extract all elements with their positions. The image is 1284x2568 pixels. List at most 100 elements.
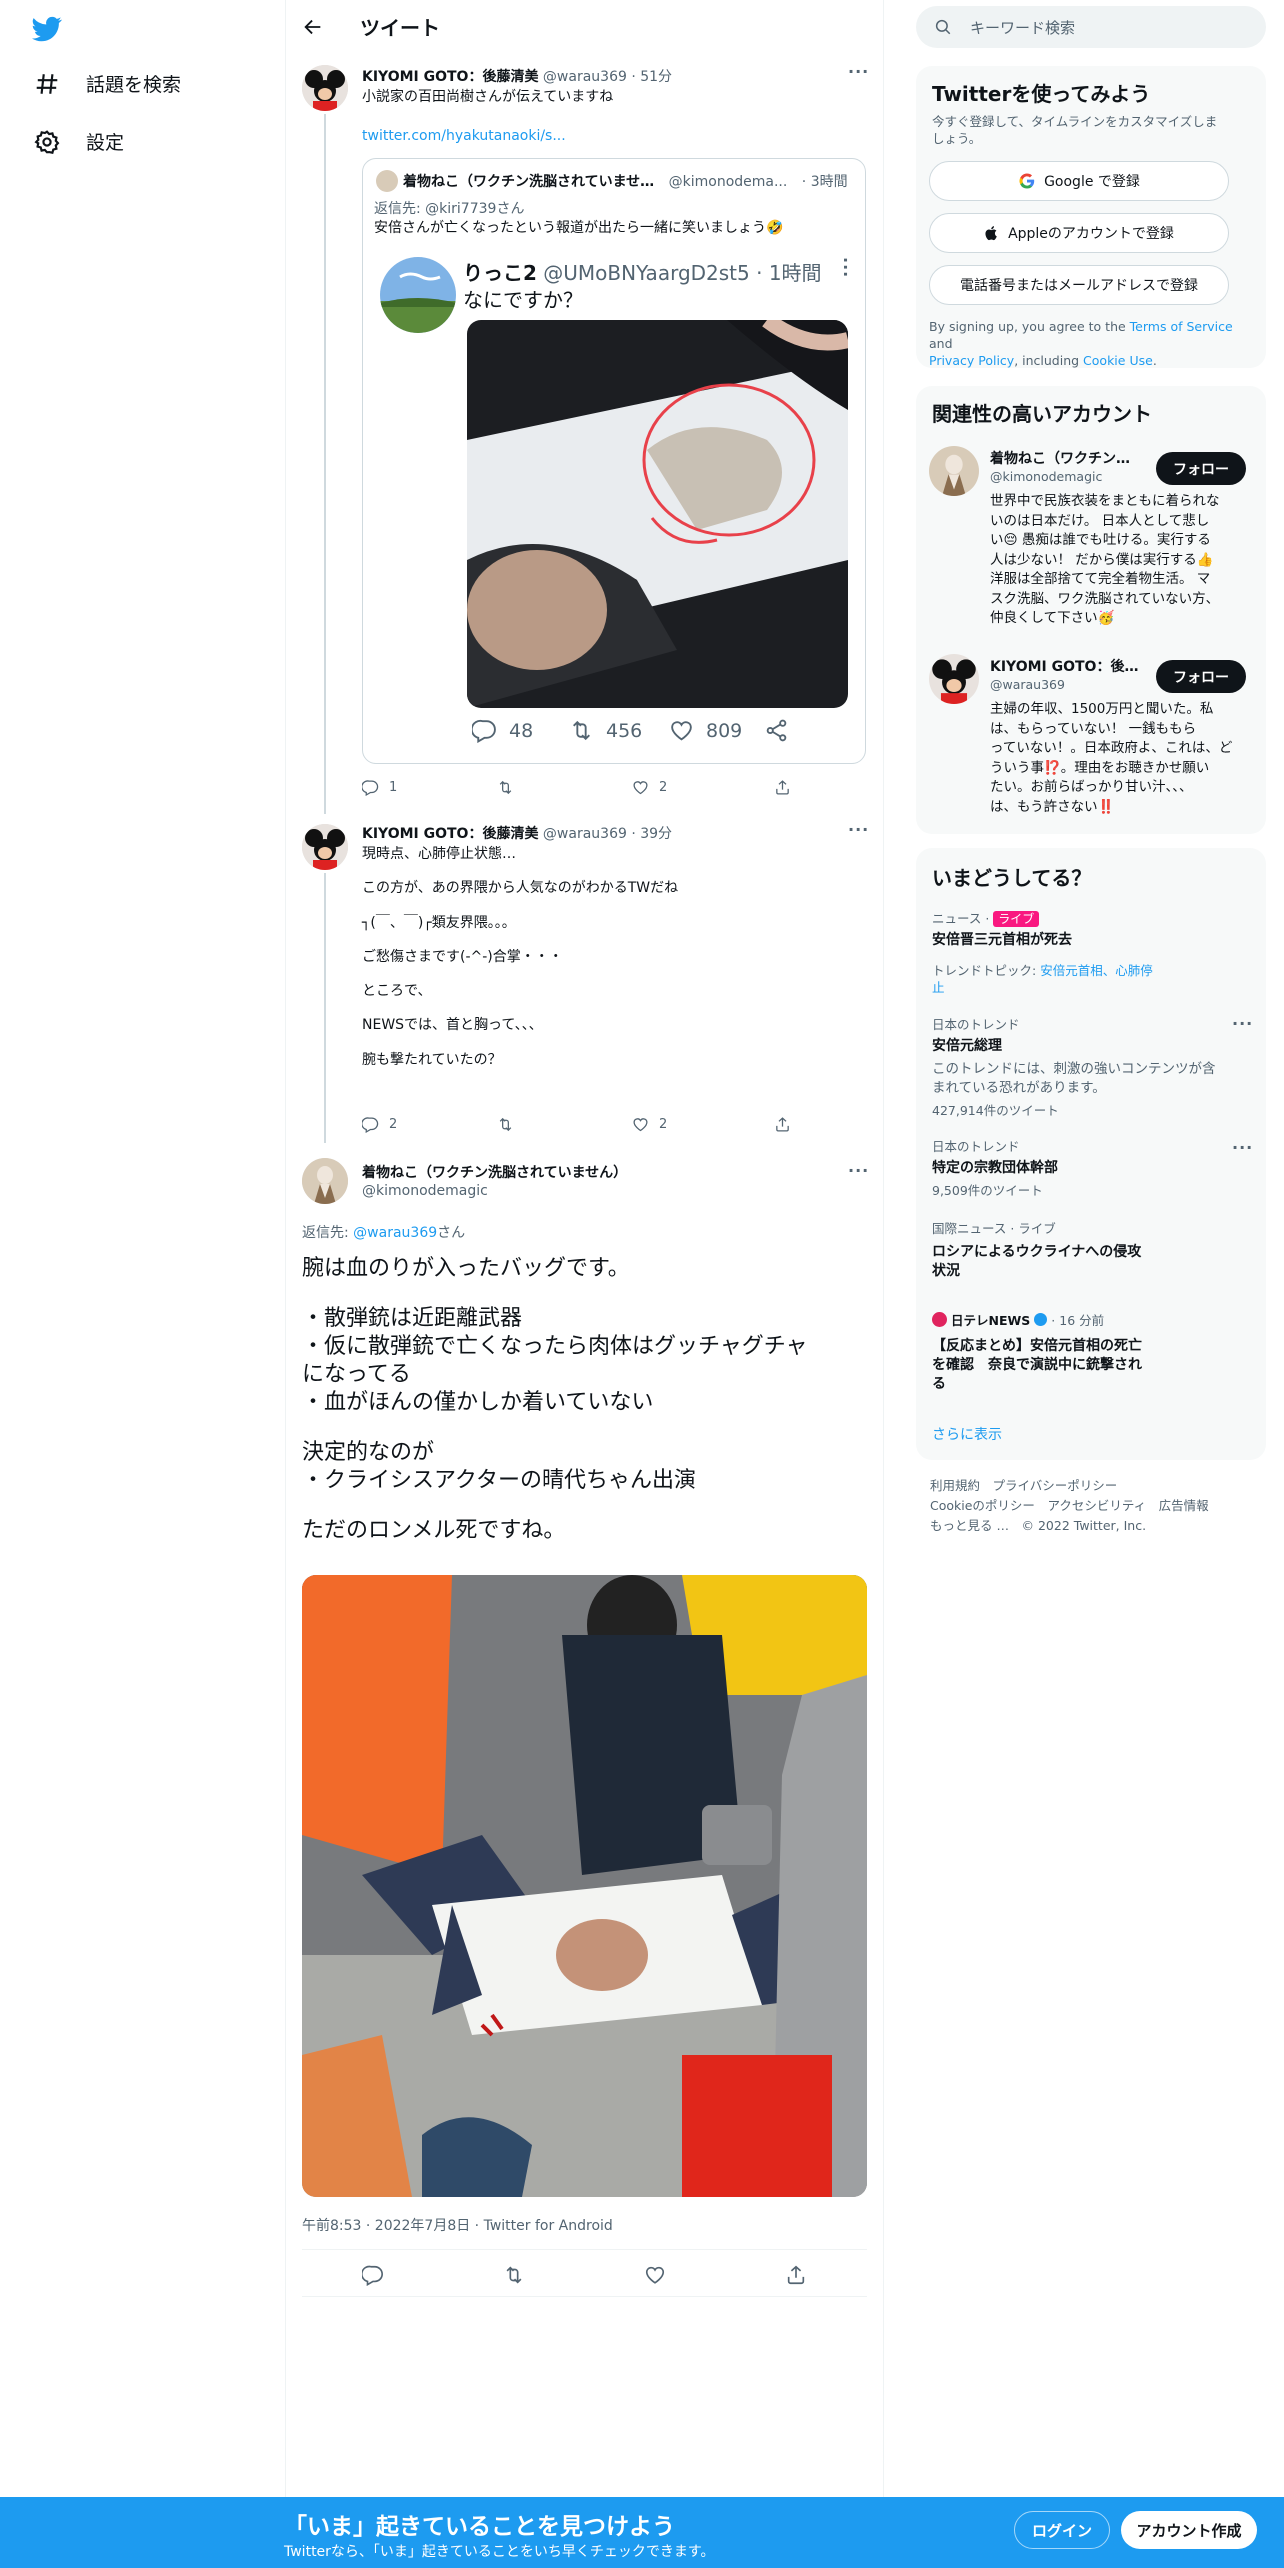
embedded-actions: 48 456 809 — [472, 718, 789, 743]
text-line: は、もう許さない‼️ — [990, 798, 1115, 815]
account-handle[interactable]: @kimonodemagic — [990, 469, 1102, 484]
like-count: 2 — [659, 1117, 668, 1132]
trend-topic-link[interactable]: 止 — [932, 980, 945, 995]
share-button[interactable] — [774, 1116, 791, 1133]
footer-link-terms[interactable]: 利用規約 — [930, 1478, 980, 1493]
footer-link-more[interactable]: もっと見る … — [930, 1518, 1009, 1533]
search-bar[interactable]: キーワード検索 — [916, 6, 1266, 48]
embedded-author-name: りっこ2 — [463, 261, 537, 285]
create-account-button[interactable]: アカウント作成 — [1121, 2511, 1257, 2549]
account-handle[interactable]: @warau369 — [990, 677, 1065, 692]
nav-explore[interactable]: 話題を検索 — [34, 70, 181, 97]
share-icon[interactable] — [785, 2264, 807, 2286]
trend-item[interactable]: ニュース · ライブ 安倍晋三元首相が死去 トレンドトピック: 安倍元首相、心肺… — [932, 908, 1252, 996]
author-name[interactable]: 着物ねこ（ワクチン洗脳されていません） — [362, 1165, 627, 1181]
avatar[interactable] — [302, 1158, 348, 1204]
author-handle[interactable]: @kimonodemagic — [362, 1183, 488, 1199]
avatar[interactable] — [929, 446, 979, 496]
text-line: ういう事⁉️。理由をお聴きかせ願い — [990, 759, 1210, 776]
follow-button[interactable]: フォロー — [1156, 452, 1246, 485]
tweet-photo[interactable] — [302, 1575, 867, 2197]
more-icon[interactable]: ··· — [848, 820, 869, 839]
reply-button[interactable]: 2 — [362, 1116, 497, 1133]
google-icon — [1019, 173, 1035, 189]
bottom-title: 「いま」起きていることを見つけよう — [284, 2514, 675, 2540]
trend-count: 427,914件のツイート — [932, 1103, 1059, 1118]
quoted-tweet[interactable]: 着物ねこ（ワクチン洗脳されていませ… @kimonodema... · 3時間 … — [362, 158, 866, 764]
reply-to-handle[interactable]: @warau369 — [353, 1225, 437, 1241]
login-button[interactable]: ログイン — [1014, 2511, 1110, 2549]
trend-more-icon[interactable]: ··· — [1232, 1014, 1253, 1033]
signup-desc-line: しょう。 — [932, 131, 982, 146]
retweet-button[interactable] — [497, 1116, 632, 1133]
trend-more-icon[interactable]: ··· — [1232, 1138, 1253, 1157]
more-icon[interactable]: ··· — [848, 62, 869, 81]
phone-signup-button[interactable]: 電話番号またはメールアドレスで登録 — [929, 265, 1229, 305]
footer-link-accessibility[interactable]: アクセシビリティ — [1047, 1498, 1146, 1513]
author-handle[interactable]: @warau369 — [543, 826, 627, 842]
retweet-icon[interactable] — [503, 2264, 525, 2286]
trend-meta: ニュース · — [932, 911, 994, 926]
google-signup-button[interactable]: Google で登録 — [929, 161, 1229, 201]
cookie-use-link[interactable]: Cookie Use — [1083, 353, 1153, 368]
avatar-mouse-icon — [302, 824, 348, 870]
signup-desc-line: 今すぐ登録して、タイムラインをカスタマイズしま — [932, 114, 1218, 129]
text-line: この方が、あの界隈から人気なのがわかるTWだね — [362, 880, 679, 897]
trend-item[interactable]: 日本のトレンド 安倍元総理 このトレンドには、刺激の強いコンテンツが含 まれている… — [932, 1014, 1252, 1119]
show-more-link[interactable]: さらに表示 — [932, 1424, 1002, 1444]
like-button[interactable]: 2 — [632, 1116, 774, 1133]
embedded-like: 809 — [669, 718, 764, 743]
twitter-logo-icon[interactable] — [30, 14, 64, 44]
tweet-meta[interactable]: 午前8:53 · 2022年7月8日 · Twitter for Android — [302, 2215, 613, 2235]
author-handle[interactable]: @warau369 — [543, 69, 627, 85]
text-line: い😔 愚痴は誰でも吐ける。実行する — [990, 532, 1211, 548]
avatar[interactable] — [929, 654, 979, 704]
trend-item[interactable]: 日本のトレンド 特定の宗教団体幹部 9,509件のツイート — [932, 1136, 1252, 1199]
tweet-time[interactable]: · 51分 — [631, 69, 672, 85]
quote-time: · 3時間 — [801, 174, 848, 190]
follow-button[interactable]: フォロー — [1156, 660, 1246, 693]
trend-item[interactable]: 国際ニュース · ライブ ロシアによるウクライナへの侵攻 状況 — [932, 1218, 1252, 1281]
terms-of-service-link[interactable]: Terms of Service — [1130, 319, 1233, 334]
nav-settings[interactable]: 設定 — [34, 128, 124, 155]
footer-link-privacy[interactable]: プライバシーポリシー — [993, 1478, 1118, 1493]
account-name[interactable]: KIYOMI GOTO：後… — [990, 656, 1138, 676]
news-time: · 16 分前 — [1051, 1313, 1105, 1328]
trend-topic-link[interactable]: 安倍元首相、心肺停 — [1040, 963, 1153, 978]
news-source-logo-icon — [932, 1312, 947, 1327]
text-line — [362, 899, 678, 913]
heart-icon[interactable] — [644, 2264, 666, 2286]
author-name[interactable]: KIYOMI GOTO：後藤清美 — [362, 69, 538, 85]
reply-button[interactable]: 1 — [362, 779, 497, 796]
retweet-button[interactable] — [497, 779, 632, 796]
embedded-like-count: 809 — [706, 719, 743, 742]
heart-icon — [633, 1118, 648, 1132]
tweet-time[interactable]: · 39分 — [631, 826, 672, 842]
page-title: ツイート — [360, 16, 440, 40]
news-headline: 【反応まとめ】安倍元首相の死亡 — [932, 1338, 1142, 1354]
avatar-mouse-icon — [302, 65, 348, 111]
like-button[interactable]: 2 — [632, 779, 774, 796]
text-line — [362, 1001, 678, 1015]
text-line: スク洗脳、ワク洗脳されていない方、 — [990, 590, 1220, 607]
footer-link-ads[interactable]: 広告情報 — [1159, 1498, 1209, 1513]
apple-signup-button[interactable]: Appleのアカウントで登録 — [929, 213, 1229, 253]
text-line: ・クライシスアクターの晴代ちゃん出演 — [302, 1468, 697, 1493]
share-button[interactable] — [774, 779, 791, 796]
avatar[interactable] — [302, 65, 348, 111]
nav-explore-label: 話題を検索 — [86, 74, 182, 96]
tweet-link[interactable]: twitter.com/hyakutanaoki/s... — [362, 126, 566, 146]
reply-icon[interactable] — [361, 2264, 384, 2286]
text-line — [302, 1283, 808, 1305]
avatar[interactable] — [302, 824, 348, 870]
footer-link-cookie[interactable]: Cookieのポリシー — [930, 1498, 1035, 1513]
news-item[interactable]: 日テレNEWS · 16 分前 【反応まとめ】安倍元首相の死亡 を確認 奈良で演説… — [932, 1310, 1252, 1394]
author-name[interactable]: KIYOMI GOTO：後藤清美 — [362, 826, 538, 842]
tweet-header: KIYOMI GOTO：後藤清美 @warau369 · 51分 — [362, 66, 672, 86]
back-arrow-icon[interactable] — [302, 16, 324, 38]
embedded-retweet-count: 456 — [606, 719, 643, 742]
privacy-policy-link[interactable]: Privacy Policy — [929, 353, 1014, 368]
embedded-more-icon: ··· — [836, 257, 855, 279]
account-name[interactable]: 着物ねこ（ワクチン… — [990, 448, 1130, 468]
more-icon[interactable]: ··· — [848, 1161, 869, 1180]
